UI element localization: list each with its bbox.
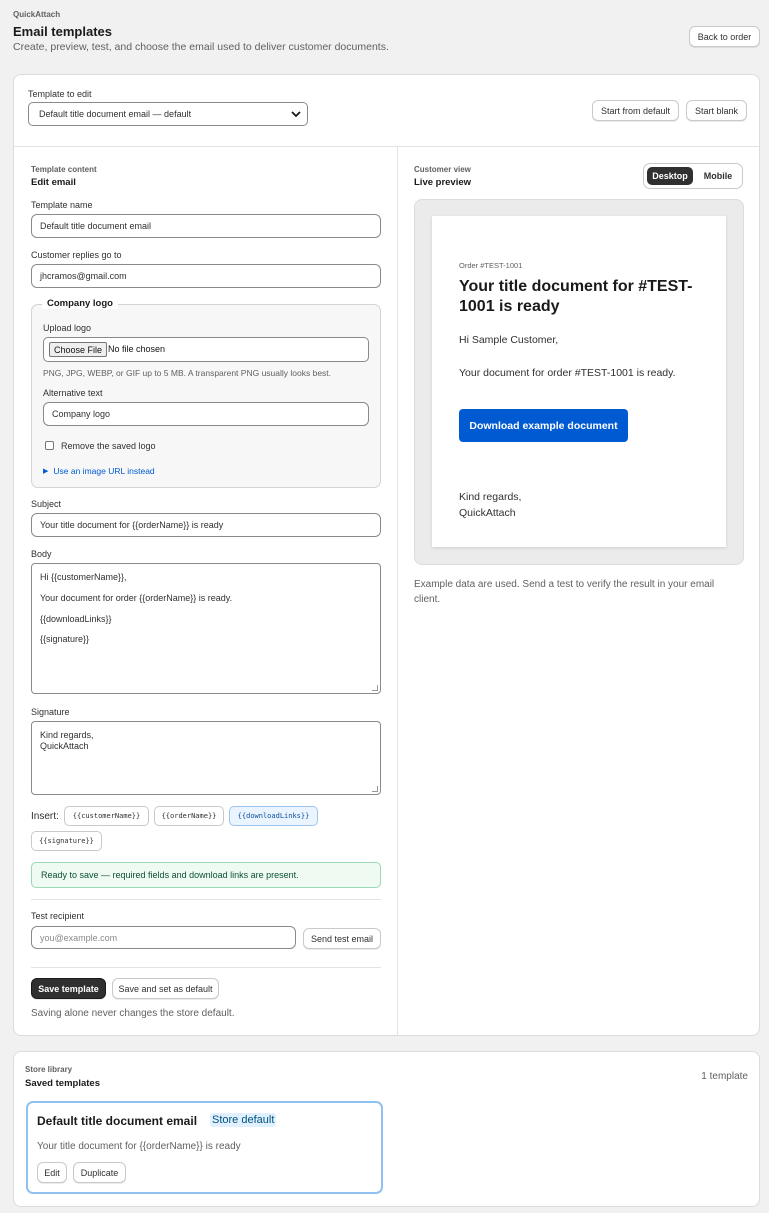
upload-logo-input[interactable]: Choose File No file chosen [43, 337, 369, 362]
saved-template-item[interactable]: Default title document email Store defau… [26, 1101, 383, 1194]
email-title-line: Your title document for #TEST- [459, 278, 693, 295]
email-preview: Order #TEST-1001 Your title document for… [432, 216, 726, 547]
remove-logo-checkbox[interactable] [45, 441, 54, 450]
send-test-email-button[interactable]: Send test email [303, 928, 381, 949]
token-order-name[interactable]: {{orderName}} [154, 806, 224, 826]
template-select[interactable]: Default title document email — default [28, 102, 308, 126]
logo-help-text: PNG, JPG, WEBP, or GIF up to 5 MB. A tra… [43, 368, 332, 378]
app-name: QuickAttach [13, 10, 61, 19]
template-picker-card: Template to edit Default title document … [13, 74, 760, 146]
subject-input[interactable]: Your title document for {{orderName}} is… [31, 513, 381, 537]
status-banner: Ready to save — required fields and down… [31, 862, 381, 888]
store-default-badge: Store default [210, 1113, 277, 1127]
email-greeting: Hi Sample Customer, [459, 334, 559, 346]
editor-heading: Edit email [31, 177, 76, 188]
back-to-order-button[interactable]: Back to order [689, 26, 760, 47]
subject-label: Subject [31, 499, 62, 509]
signature-line: QuickAttach [40, 740, 89, 751]
template-picker-label: Template to edit [28, 89, 92, 99]
signature-textarea[interactable]: Kind regards, QuickAttach [31, 721, 381, 795]
template-count: 1 template [701, 1071, 748, 1082]
duplicate-template-button[interactable]: Duplicate [73, 1162, 126, 1183]
upload-logo-label: Upload logo [43, 323, 92, 333]
editor-card: Template content Edit email Template nam… [13, 146, 760, 1036]
page-subtitle: Create, preview, test, and choose the em… [13, 41, 389, 53]
email-signature-line: Kind regards, [459, 491, 522, 503]
signature-line: Kind regards, [40, 730, 94, 740]
editor-caption: Template content [31, 165, 97, 174]
chevron-down-icon [291, 111, 301, 118]
column-divider [397, 147, 398, 1035]
preview-note-line: Example data are used. Send a test to ve… [414, 579, 715, 590]
remove-logo-label: Remove the saved logo [61, 441, 156, 451]
token-customer-name[interactable]: {{customerName}} [64, 806, 149, 826]
preview-heading: Live preview [414, 177, 472, 188]
preview-frame: Order #TEST-1001 Your title document for… [414, 199, 744, 565]
start-from-default-button[interactable]: Start from default [592, 100, 679, 121]
triangle-right-icon: ▶ [43, 468, 49, 475]
library-card: Store library Saved templates 1 template… [13, 1051, 760, 1207]
resize-handle[interactable] [372, 786, 378, 792]
image-url-toggle[interactable]: ▶ Use an image URL instead [43, 466, 155, 476]
test-recipient-input[interactable]: you@example.com [31, 926, 296, 949]
preview-note: Example data are used. Send a test to ve… [414, 577, 714, 607]
view-toggle: Desktop Mobile [643, 163, 743, 189]
mobile-view-button[interactable]: Mobile [696, 167, 740, 185]
start-blank-button[interactable]: Start blank [686, 100, 747, 121]
choose-file-button[interactable]: Choose File [49, 342, 108, 357]
email-title: Your title document for #TEST- 1001 is r… [459, 277, 693, 318]
token-signature[interactable]: {{signature}} [31, 831, 102, 851]
save-note: Saving alone never changes the store def… [31, 1008, 235, 1019]
download-example-button[interactable]: Download example document [459, 409, 628, 442]
no-file-text: No file chosen [108, 344, 166, 354]
save-and-set-default-button[interactable]: Save and set as default [112, 978, 219, 999]
page-title: Email templates [13, 24, 112, 39]
signature-label: Signature [31, 707, 70, 717]
library-caption: Store library [25, 1065, 73, 1074]
saved-template-subject: Your title document for {{orderName}} is… [37, 1141, 241, 1152]
preview-note-line: client. [414, 594, 441, 605]
email-order-tag: Order #TEST-1001 [459, 261, 523, 270]
library-heading: Saved templates [25, 1078, 100, 1089]
test-recipient-label: Test recipient [31, 911, 85, 921]
section-divider [31, 967, 381, 968]
email-title-line: 1001 is ready [459, 298, 560, 316]
email-message: Your document for order #TEST-1001 is re… [459, 367, 676, 379]
edit-template-button[interactable]: Edit [37, 1162, 67, 1183]
email-signature: Kind regards, QuickAttach [459, 489, 521, 522]
alt-text-input[interactable]: Company logo [43, 402, 369, 426]
body-label: Body [31, 549, 52, 559]
template-select-value: Default title document email — default [39, 109, 192, 119]
company-logo-legend: Company logo [42, 298, 118, 309]
token-download-links[interactable]: {{downloadLinks}} [229, 806, 318, 826]
body-line: {{downloadLinks}} [40, 613, 112, 624]
save-template-button[interactable]: Save template [31, 978, 106, 999]
email-signature-line: QuickAttach [459, 507, 516, 520]
insert-label: Insert: [31, 811, 59, 822]
company-logo-fieldset: Company logo Upload logo Choose File No … [31, 298, 381, 488]
body-line: {{signature}} [40, 634, 90, 645]
replies-email-input[interactable]: jhcramos@gmail.com [31, 264, 381, 288]
image-url-toggle-label: Use an image URL instead [53, 466, 155, 476]
body-textarea[interactable]: Hi {{customerName}}, Your document for o… [31, 563, 381, 694]
section-divider [31, 899, 381, 900]
resize-handle[interactable] [372, 685, 378, 691]
template-name-label: Template name [31, 200, 93, 210]
saved-template-name: Default title document email [37, 1114, 198, 1128]
template-name-input[interactable]: Default title document email [31, 214, 381, 238]
body-line: Your document for order {{orderName}} is… [40, 592, 233, 603]
replies-label: Customer replies go to [31, 250, 122, 260]
preview-caption: Customer view [414, 165, 471, 174]
body-line: Hi {{customerName}}, [40, 572, 127, 582]
desktop-view-button[interactable]: Desktop [647, 167, 693, 185]
alt-text-label: Alternative text [43, 388, 103, 398]
